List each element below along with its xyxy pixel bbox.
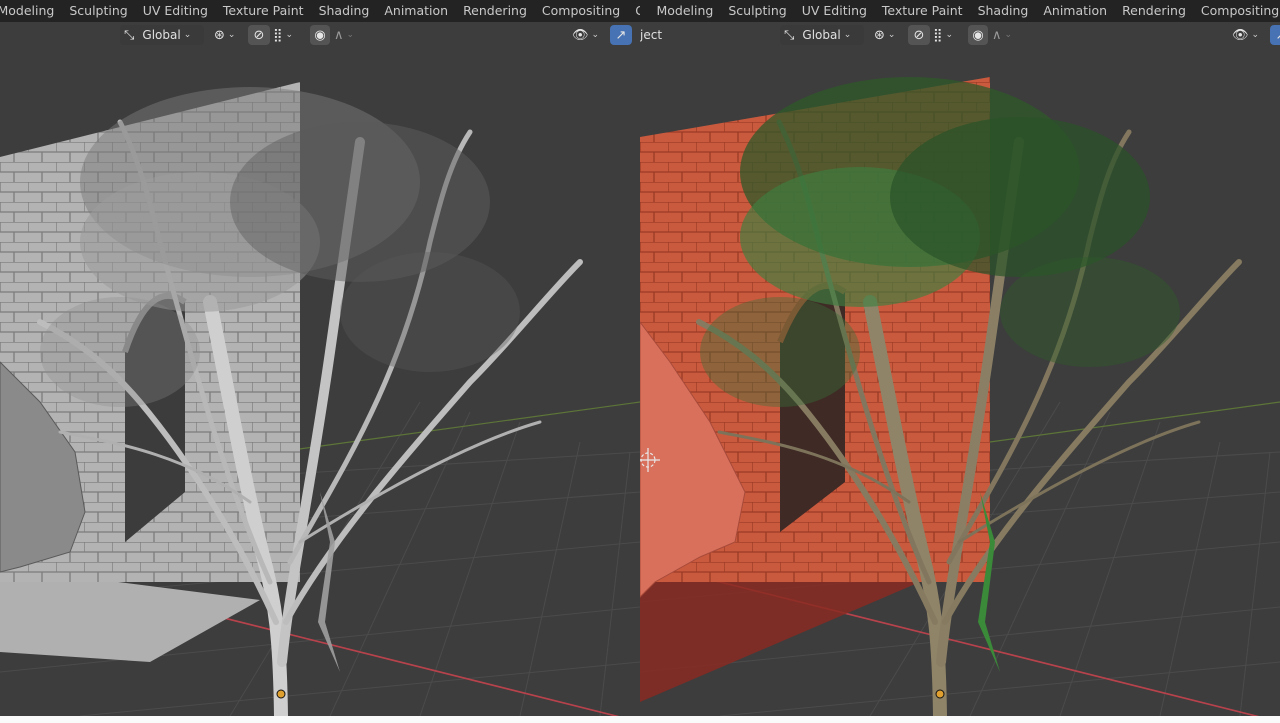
falloff-dropdown[interactable]: ∧ ⌄	[334, 25, 362, 45]
transform-orientation-label: Global	[802, 28, 841, 42]
tab-compositing[interactable]: Compositing	[1195, 0, 1280, 22]
ground-plane	[640, 567, 920, 702]
right-viewport-window: Modeling Sculpting UV Editing Texture Pa…	[640, 0, 1280, 716]
proportional-edit-toggle[interactable]: ◉	[310, 25, 330, 45]
chevron-down-icon: ⌄	[945, 30, 954, 40]
transform-orientation-dropdown[interactable]: ⤡ Global ⌄	[780, 25, 864, 45]
pivot-point-icon: ⊛	[874, 27, 885, 43]
tab-geometry-nodes[interactable]: Geomet	[630, 0, 640, 22]
transform-orientation-dropdown[interactable]: ⤡ Global ⌄	[120, 25, 204, 45]
origin-dot	[276, 689, 286, 699]
snap-toggle[interactable]: ⊘	[908, 25, 930, 45]
tab-uv-editing[interactable]: UV Editing	[137, 0, 213, 22]
pivot-point-dropdown[interactable]: ⊛ ⌄	[874, 25, 904, 45]
chevron-down-icon: ⌄	[843, 30, 852, 40]
transform-orientation-icon: ⤡	[784, 27, 795, 43]
falloff-dropdown[interactable]: ∧ ⌄	[992, 25, 1020, 45]
tab-shading[interactable]: Shading	[313, 0, 375, 22]
tab-uv-editing[interactable]: UV Editing	[796, 0, 872, 22]
gizmo-toggle[interactable]: ↗	[610, 25, 632, 45]
snap-toggle[interactable]: ⊘	[248, 25, 270, 45]
visibility-icon: 👁	[572, 27, 589, 43]
chevron-down-icon: ⌄	[227, 30, 236, 40]
origin-dot	[935, 689, 945, 699]
snap-target-dropdown[interactable]: ⣿ ⌄	[933, 25, 963, 45]
chevron-down-icon: ⌄	[1251, 30, 1260, 40]
viewport-header-right: ject ⤡ Global ⌄ ⊛ ⌄ ⊘ ⣿ ⌄ ◉ ∧ ⌄ 👁 ⌄	[640, 22, 1280, 48]
tab-compositing[interactable]: Compositing	[536, 0, 625, 22]
snap-target-dropdown[interactable]: ⣿ ⌄	[273, 25, 303, 45]
tab-modeling[interactable]: Modeling	[651, 0, 719, 22]
gizmo-toggle[interactable]: ↗	[1270, 25, 1280, 45]
viewport-header-left: ⤡ Global ⌄ ⊛ ⌄ ⊘ ⣿ ⌄ ◉ ∧ ⌄ �	[0, 22, 640, 48]
workspace-tab-bar-left: Modeling Sculpting UV Editing Texture Pa…	[0, 0, 640, 22]
object-menu-stub[interactable]: ject	[640, 25, 670, 45]
tab-modeling[interactable]: Modeling	[0, 0, 60, 22]
gizmo-icon: ↗	[1276, 28, 1280, 43]
falloff-icon: ∧	[334, 27, 344, 43]
tab-rendering[interactable]: Rendering	[458, 0, 533, 22]
visibility-dropdown[interactable]: 👁 ⌄	[1232, 25, 1264, 45]
tab-sculpting[interactable]: Sculpting	[723, 0, 792, 22]
tab-animation[interactable]: Animation	[379, 0, 454, 22]
snap-icon: ⊘	[253, 27, 265, 43]
chevron-down-icon: ⌄	[887, 30, 896, 40]
tab-shading[interactable]: Shading	[972, 0, 1034, 22]
snap-increment-icon: ⣿	[273, 27, 283, 43]
tab-sculpting[interactable]: Sculpting	[64, 0, 133, 22]
tab-rendering[interactable]: Rendering	[1117, 0, 1192, 22]
tab-animation[interactable]: Animation	[1038, 0, 1113, 22]
scene-material-preview	[640, 77, 1280, 716]
pivot-point-icon: ⊛	[214, 27, 225, 43]
pivot-point-dropdown[interactable]: ⊛ ⌄	[214, 25, 244, 45]
workspace-tab-bar-right: Modeling Sculpting UV Editing Texture Pa…	[640, 0, 1280, 22]
screenshot-frame: Modeling Sculpting UV Editing Texture Pa…	[0, 0, 1280, 723]
proportional-edit-toggle[interactable]: ◉	[968, 25, 988, 45]
transform-orientation-label: Global	[142, 28, 181, 42]
left-viewport-window: Modeling Sculpting UV Editing Texture Pa…	[0, 0, 640, 716]
chevron-down-icon: ⌄	[183, 30, 192, 40]
falloff-icon: ∧	[992, 27, 1002, 43]
transform-orientation-icon: ⤡	[124, 27, 135, 43]
chevron-down-icon: ⌄	[285, 30, 294, 40]
snap-increment-icon: ⣿	[933, 27, 943, 43]
proportional-edit-icon: ◉	[314, 27, 326, 43]
tab-texture-paint[interactable]: Texture Paint	[217, 0, 309, 22]
object-menu-label: ject	[640, 28, 663, 42]
scene-solid-shading	[0, 82, 640, 716]
chevron-down-icon: ⌄	[591, 30, 600, 40]
proportional-edit-icon: ◉	[972, 27, 984, 43]
chevron-down-icon: ⌄	[1004, 30, 1013, 40]
gizmo-icon: ↗	[615, 27, 627, 43]
tab-texture-paint[interactable]: Texture Paint	[876, 0, 968, 22]
chevron-down-icon: ⌄	[346, 30, 355, 40]
visibility-icon: 👁	[1232, 27, 1249, 43]
visibility-dropdown[interactable]: 👁 ⌄	[572, 25, 604, 45]
snap-icon: ⊘	[913, 27, 925, 43]
